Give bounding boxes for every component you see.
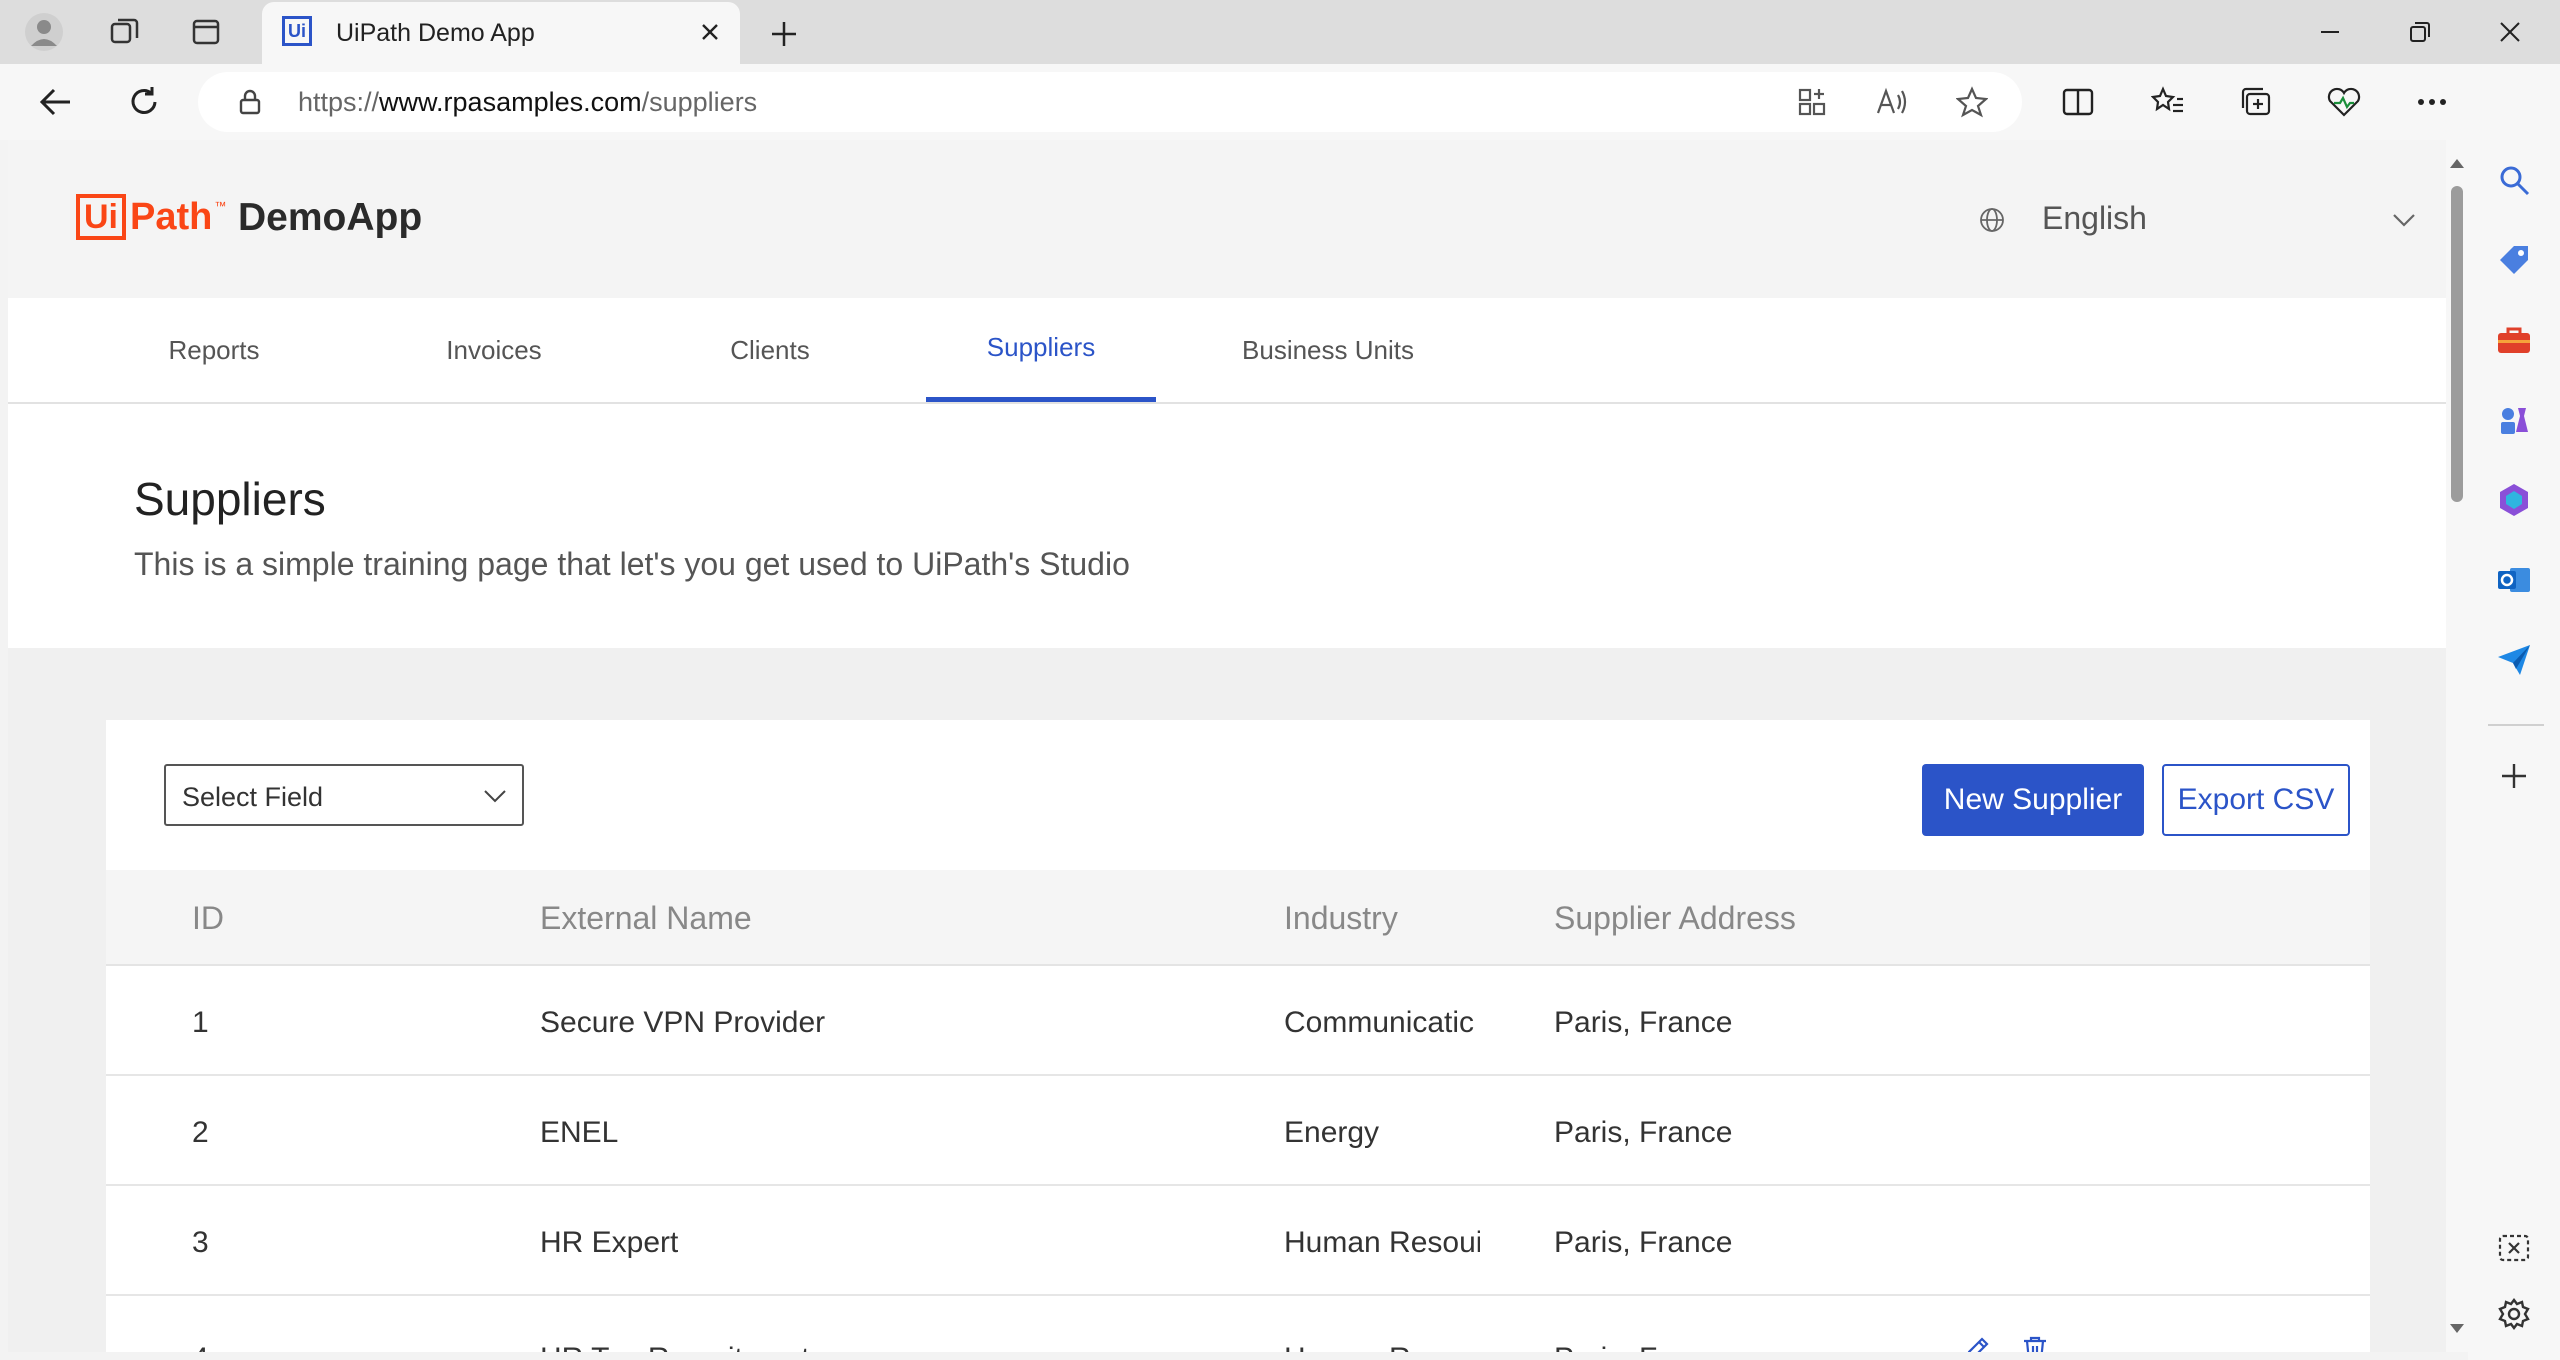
settings-gear-icon[interactable]: [2490, 1290, 2538, 1338]
vertical-tabs-icon[interactable]: [184, 10, 228, 54]
nav-business-units[interactable]: Business Units: [1208, 298, 1448, 402]
more-options-icon[interactable]: [2408, 78, 2456, 126]
uipath-logo[interactable]: Ui Path ™: [76, 192, 226, 242]
url-text[interactable]: https://www.rpasamples.com/suppliers: [298, 87, 757, 118]
cell-industry: Human Resoui: [1284, 1226, 1480, 1259]
games-chess-icon[interactable]: [2490, 396, 2538, 444]
cell-supplier-address: Paris, France: [1554, 1006, 1733, 1039]
address-bar[interactable]: https://www.rpasamples.com/suppliers: [198, 72, 2022, 132]
main-nav: Reports Invoices Clients Suppliers Busin…: [8, 298, 2446, 404]
page-intro: Suppliers This is a simple training page…: [8, 404, 2446, 648]
nav-suppliers[interactable]: Suppliers: [926, 298, 1156, 402]
header-id[interactable]: ID: [192, 900, 224, 937]
cell-external-name: Secure VPN Provider: [540, 1006, 826, 1039]
table-header: ID External Name Industry Supplier Addre…: [106, 870, 2370, 966]
cell-supplier-address: Paris, France: [1554, 1116, 1733, 1149]
table-row[interactable]: 4 HR Top Recruitment Human Resou Paris, …: [106, 1296, 2370, 1352]
select-field-label: Select Field: [182, 782, 324, 812]
shopping-tag-icon[interactable]: [2490, 236, 2538, 284]
scrollbar-thumb[interactable]: [2451, 186, 2463, 502]
collections-icon[interactable]: [2232, 78, 2280, 126]
app-header: Ui Path ™ DemoApp English: [8, 140, 2446, 298]
new-tab-icon[interactable]: [762, 12, 806, 56]
profile-avatar-icon[interactable]: [22, 10, 66, 54]
nav-reports[interactable]: Reports: [118, 298, 310, 402]
nav-invoices[interactable]: Invoices: [398, 298, 590, 402]
split-screen-icon[interactable]: [2054, 78, 2102, 126]
app-name: DemoApp: [238, 196, 423, 239]
browser-toolbar: https://www.rpasamples.com/suppliers: [0, 64, 2560, 140]
globe-icon: [1978, 206, 2006, 234]
chevron-down-icon: [482, 783, 508, 809]
back-arrow-icon[interactable]: [32, 78, 80, 126]
read-aloud-icon[interactable]: [1872, 82, 1912, 122]
cell-industry: Energy: [1284, 1116, 1380, 1149]
hide-sidebar-icon[interactable]: [2490, 1224, 2538, 1272]
page-title: Suppliers: [134, 473, 326, 525]
refresh-icon[interactable]: [120, 78, 168, 126]
app-available-icon[interactable]: [1792, 82, 1832, 122]
browser-tab-strip: Ui UiPath Demo App: [0, 0, 2560, 64]
browser-tab-active[interactable]: Ui UiPath Demo App: [262, 2, 740, 64]
workspaces-icon[interactable]: [102, 10, 146, 54]
restore-window-icon[interactable]: [2384, 8, 2456, 56]
uipath-favicon-icon: Ui: [282, 16, 312, 46]
scroll-up-arrow-icon[interactable]: [2449, 156, 2465, 172]
add-plus-icon[interactable]: [2490, 752, 2538, 800]
page-viewport: Ui Path ™ DemoApp English Reports Invoic…: [8, 140, 2446, 1352]
cell-id: 2: [192, 1116, 209, 1149]
cell-supplier-address: Paris, France: [1554, 1342, 1732, 1352]
cell-id: 1: [192, 1006, 209, 1039]
header-external-name[interactable]: External Name: [540, 900, 752, 937]
scroll-down-arrow-icon[interactable]: [2449, 1320, 2465, 1336]
lock-icon[interactable]: [236, 88, 264, 116]
search-icon[interactable]: [2490, 156, 2538, 204]
favorite-star-icon[interactable]: [1952, 82, 1992, 122]
language-selector[interactable]: English: [1978, 196, 2418, 244]
cell-supplier-address: Paris, France: [1554, 1226, 1733, 1259]
chevron-down-icon: [2390, 206, 2418, 234]
table-row[interactable]: 1 Secure VPN Provider Communicatic Paris…: [106, 966, 2370, 1076]
export-csv-button[interactable]: Export CSV: [2162, 764, 2350, 836]
new-supplier-button[interactable]: New Supplier: [1922, 764, 2144, 836]
suppliers-card: Select Field New Supplier Export CSV ID …: [106, 720, 2370, 1352]
cell-industry: Communicatic: [1284, 1006, 1475, 1039]
cell-id: 3: [192, 1226, 209, 1259]
minimize-window-icon[interactable]: [2294, 8, 2366, 56]
header-industry[interactable]: Industry: [1284, 900, 1398, 937]
edit-pencil-icon[interactable]: [1962, 1334, 1992, 1352]
table-row[interactable]: 2 ENEL Energy Paris, France: [106, 1076, 2370, 1186]
nav-clients[interactable]: Clients: [674, 298, 866, 402]
close-window-icon[interactable]: [2474, 8, 2546, 56]
send-paper-plane-icon[interactable]: [2490, 636, 2538, 684]
cell-external-name: HR Expert: [540, 1226, 679, 1259]
cell-industry: Human Resou: [1284, 1342, 1480, 1352]
tools-briefcase-icon[interactable]: [2490, 316, 2538, 364]
cell-id: 4: [192, 1342, 209, 1352]
select-field-dropdown[interactable]: Select Field: [164, 764, 524, 826]
header-supplier-address[interactable]: Supplier Address: [1554, 900, 1796, 937]
sidebar-divider: [2488, 724, 2544, 726]
page-subtitle: This is a simple training page that let'…: [134, 546, 1130, 582]
tab-title: UiPath Demo App: [336, 19, 535, 47]
favorites-list-icon[interactable]: [2144, 78, 2192, 126]
browser-sidebar: [2468, 64, 2560, 1360]
table-row[interactable]: 3 HR Expert Human Resoui Paris, France: [106, 1186, 2370, 1296]
cell-external-name: HR Top Recruitment: [540, 1342, 810, 1352]
delete-trash-icon[interactable]: [2020, 1334, 2050, 1352]
cell-external-name: ENEL: [540, 1116, 619, 1149]
page-scrollbar[interactable]: [2446, 140, 2468, 1352]
outlook-icon[interactable]: [2490, 556, 2538, 604]
language-label: English: [2042, 200, 2147, 236]
close-tab-icon[interactable]: [694, 16, 726, 48]
browser-essentials-icon[interactable]: [2320, 78, 2368, 126]
microsoft-365-icon[interactable]: [2490, 476, 2538, 524]
